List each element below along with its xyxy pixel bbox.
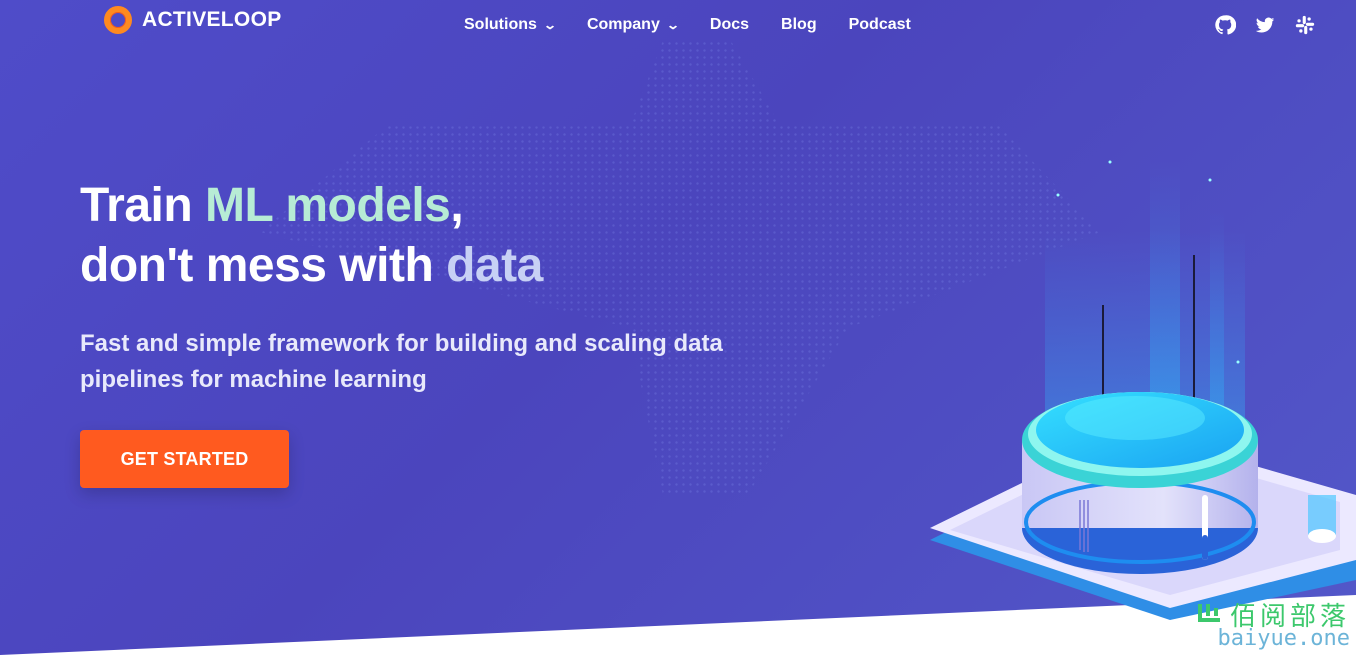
headline-text: don't mess with: [80, 239, 447, 292]
hero-headline: Train ML models, don't mess with data: [80, 176, 543, 296]
github-icon[interactable]: [1214, 14, 1236, 36]
subtitle-line: Fast and simple framework for building a…: [80, 330, 723, 357]
headline-text: Train: [80, 179, 206, 232]
menu-item-label: Docs: [709, 16, 750, 33]
watermark-en-text: baiyue.one: [1217, 626, 1350, 651]
menu-item-label: Solutions: [464, 16, 537, 33]
menu-item-label: Company: [586, 16, 660, 33]
menu-item-blog[interactable]: Blog: [781, 16, 817, 34]
menu-item-label: Blog: [781, 16, 817, 33]
get-started-button[interactable]: GET STARTED: [80, 430, 289, 488]
menu-item-solutions[interactable]: Solutions ⌄: [464, 16, 557, 34]
slack-icon[interactable]: [1294, 14, 1316, 36]
logo-ring-icon: [104, 6, 132, 34]
database-illustration: [930, 160, 1356, 620]
brand-name: ACTIVELOOP: [142, 8, 282, 31]
site-watermark: 佰阅部落 baiyue.one: [1140, 596, 1356, 655]
watermark-logo-icon: [1198, 604, 1220, 622]
headline-highlight: data: [446, 239, 543, 292]
menu-item-podcast[interactable]: Podcast: [849, 16, 911, 34]
subtitle-line: pipelines for machine learning: [80, 366, 427, 393]
brand-logo[interactable]: ACTIVELOOP: [104, 6, 282, 34]
chevron-down-icon: ⌄: [542, 18, 557, 32]
menu-item-docs[interactable]: Docs: [710, 16, 749, 34]
main-menu: Solutions ⌄ Company ⌄ Docs Blog Podcast: [464, 16, 943, 34]
menu-item-label: Podcast: [848, 16, 911, 33]
twitter-icon[interactable]: [1254, 14, 1276, 36]
headline-text: ,: [450, 179, 464, 232]
chevron-down-icon: ⌄: [665, 18, 680, 32]
social-links: [1214, 14, 1316, 36]
menu-item-company[interactable]: Company ⌄: [586, 16, 680, 34]
headline-highlight: ML models: [205, 179, 451, 232]
hero-subtitle: Fast and simple framework for building a…: [80, 326, 800, 398]
top-nav: ACTIVELOOP Solutions ⌄ Company ⌄ Docs Bl…: [0, 0, 1356, 54]
